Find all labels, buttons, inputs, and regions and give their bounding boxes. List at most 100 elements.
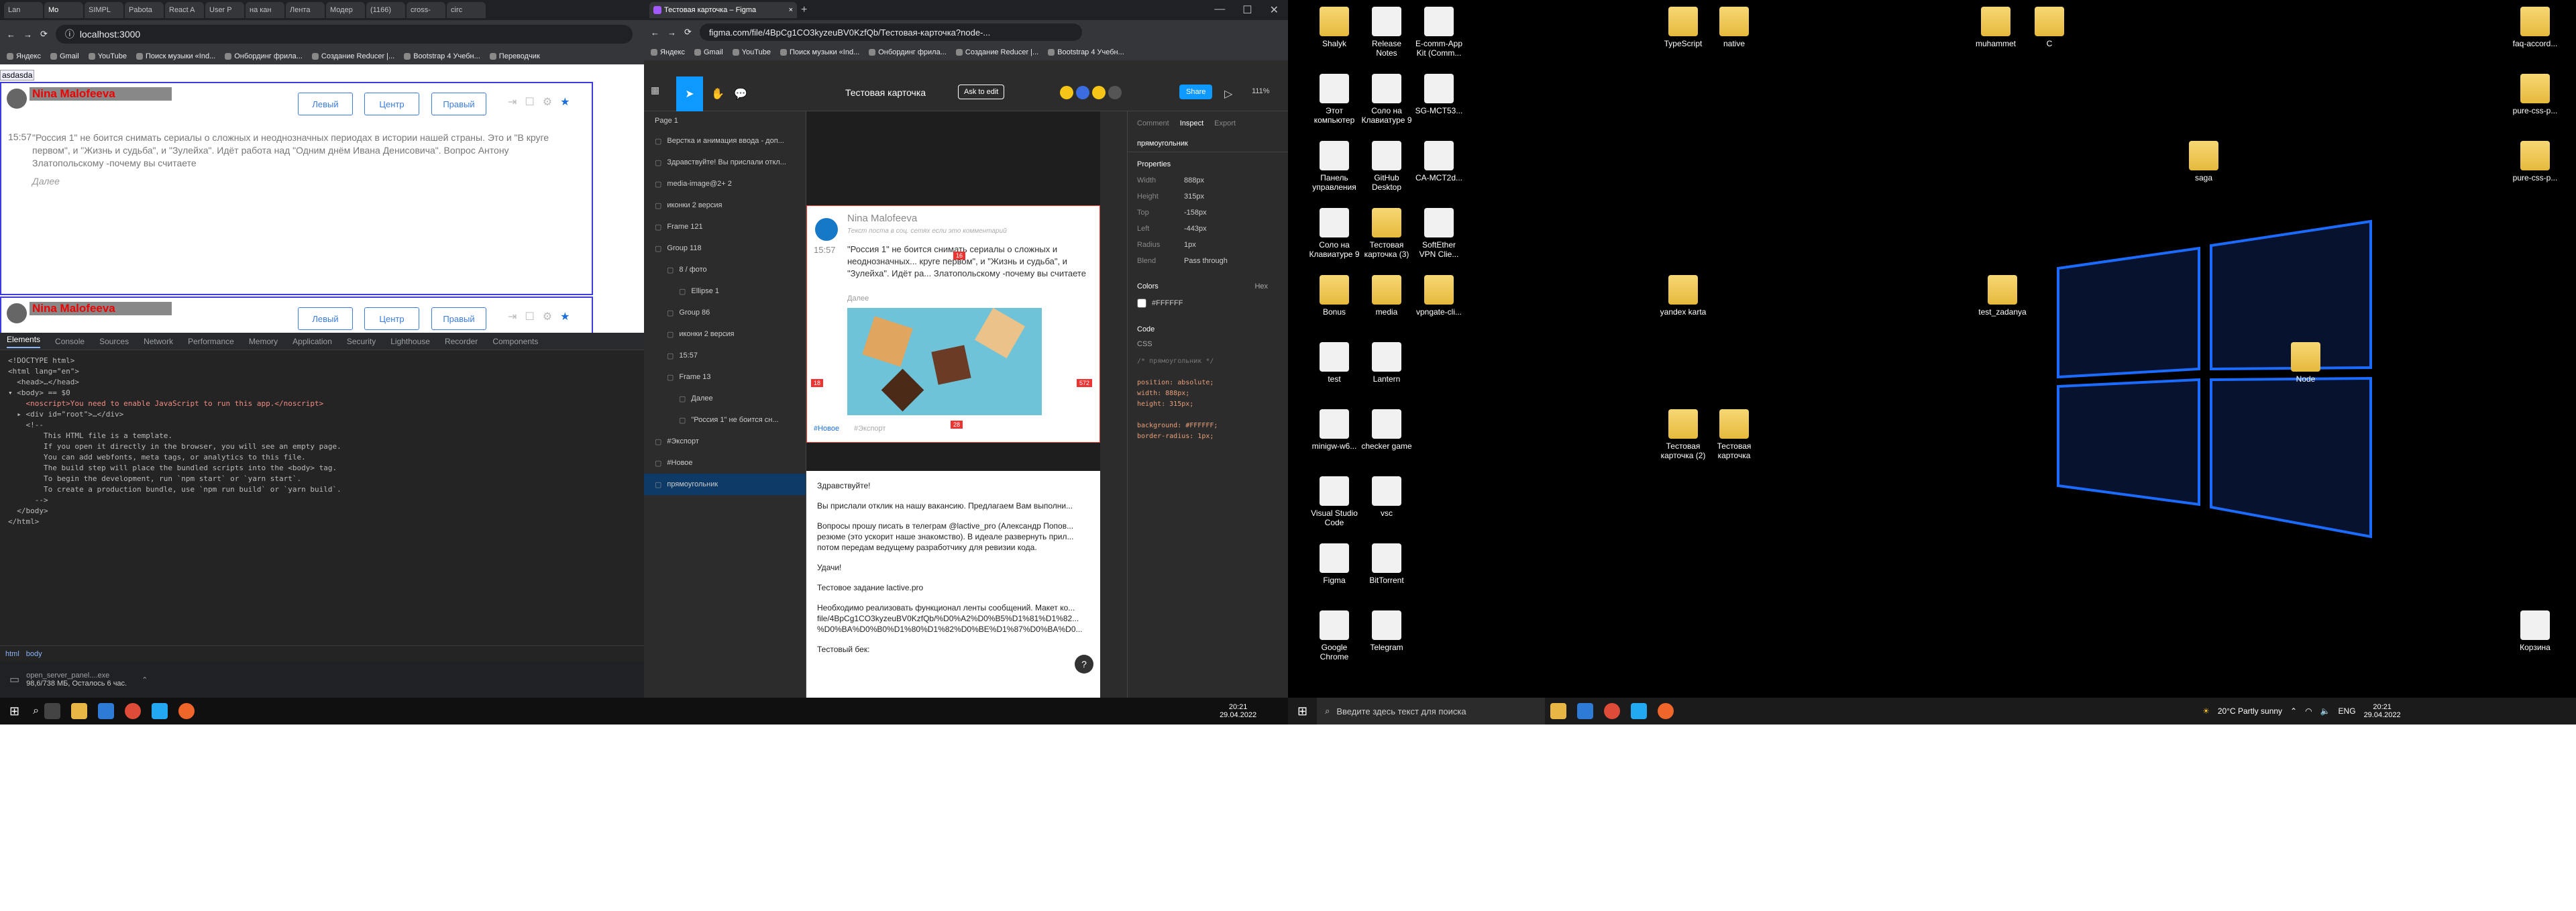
- chevron-up-icon[interactable]: ⌃: [2290, 706, 2297, 716]
- bookmark[interactable]: Онбординг фрила...: [225, 52, 303, 60]
- browser-tab[interactable]: React A: [165, 2, 204, 18]
- desktop-icon[interactable]: E-comm-App Kit (Comm...: [1413, 7, 1465, 58]
- desktop-icon[interactable]: Тестовая карточка (2): [1657, 409, 1709, 460]
- figma-address-bar[interactable]: figma.com/file/4BpCg1CO3kyzeuBV0KzfQb/Те…: [699, 23, 1082, 41]
- square-icon[interactable]: ☐: [525, 310, 534, 323]
- devtools-tab[interactable]: Application: [292, 337, 332, 346]
- devtools-tab[interactable]: Console: [55, 337, 85, 346]
- settings-icon[interactable]: ⚙: [543, 310, 552, 323]
- volume-icon[interactable]: 🔈: [2320, 706, 2330, 716]
- desktop-icon[interactable]: checker game: [1360, 409, 1413, 451]
- layer-item[interactable]: ▢ Group 118: [644, 237, 806, 259]
- desktop-icon[interactable]: Node: [2279, 342, 2332, 384]
- layer-item[interactable]: ▢ Group 86: [644, 302, 806, 323]
- explorer-icon[interactable]: [1550, 703, 1567, 719]
- chrome-icon[interactable]: [125, 703, 142, 719]
- desktop-icon[interactable]: Корзина: [2509, 610, 2561, 652]
- close-window-icon[interactable]: ✕: [1270, 3, 1279, 17]
- desktop-icon[interactable]: vpngate-cli...: [1413, 275, 1465, 317]
- bookmark[interactable]: Переводчик: [489, 52, 540, 60]
- enter-icon[interactable]: ⇥: [508, 95, 517, 109]
- forward-icon[interactable]: →: [667, 28, 676, 38]
- desktop-icon[interactable]: GitHub Desktop: [1360, 141, 1413, 192]
- avatar[interactable]: [1108, 86, 1122, 99]
- layer-item[interactable]: ▢ Ellipse 1: [644, 280, 806, 302]
- devtools-tab[interactable]: Lighthouse: [390, 337, 430, 346]
- layer-item[interactable]: ▢ иконки 2 версия: [644, 195, 806, 216]
- browser-tab[interactable]: Модер: [326, 2, 365, 18]
- tab-comment[interactable]: Comment: [1137, 119, 1169, 127]
- layer-item[interactable]: ▢ иконки 2 версия: [644, 323, 806, 345]
- desktop-icon[interactable]: Панель управления: [1308, 141, 1360, 192]
- comment-tool-icon[interactable]: 💬: [734, 87, 747, 101]
- close-icon[interactable]: ×: [789, 6, 793, 14]
- browser-tab[interactable]: Лента: [286, 2, 325, 18]
- browser-tab[interactable]: Pabota: [125, 2, 164, 18]
- desktop-icon[interactable]: Этот компьютер: [1308, 74, 1360, 125]
- desktop-icon[interactable]: Visual Studio Code: [1308, 476, 1360, 527]
- desktop-icon[interactable]: vsc: [1360, 476, 1413, 518]
- menu-icon[interactable]: ▦: [651, 85, 659, 96]
- desktop-icon[interactable]: Shalyk: [1308, 7, 1360, 48]
- avatar[interactable]: [1092, 86, 1106, 99]
- left-align-button[interactable]: Левый: [298, 307, 353, 330]
- move-tool-icon[interactable]: ➤: [676, 76, 703, 111]
- app-icon[interactable]: [178, 703, 195, 719]
- sun-icon[interactable]: ☀: [2202, 706, 2210, 716]
- file-name[interactable]: Тестовая карточка: [845, 87, 926, 98]
- clock-right[interactable]: 20:21 29.04.2022: [2364, 703, 2401, 719]
- clock-left[interactable]: 20:21 29.04.2022: [1220, 703, 1256, 719]
- star-icon[interactable]: ★: [560, 310, 570, 323]
- desktop-icon[interactable]: test: [1308, 342, 1360, 384]
- browser-tab[interactable]: Lan: [4, 2, 43, 18]
- play-icon[interactable]: ▷: [1224, 87, 1232, 101]
- desktop-icon[interactable]: Lantern: [1360, 342, 1413, 384]
- reload-icon[interactable]: ⟳: [684, 27, 692, 38]
- devtools-tab[interactable]: Elements: [7, 335, 41, 348]
- layer-item[interactable]: ▢ Frame 13: [644, 366, 806, 388]
- bookmark[interactable]: Создание Reducer |...: [955, 48, 1038, 56]
- layer-item[interactable]: ▢ Frame 121: [644, 216, 806, 237]
- bookmark[interactable]: YouTube: [88, 52, 127, 60]
- color-swatch-row[interactable]: #FFFFFF: [1128, 294, 1288, 312]
- bookmark[interactable]: Яндекс: [7, 52, 41, 60]
- desktop-icon[interactable]: C: [2023, 7, 2076, 48]
- windows-start-icon[interactable]: ⊞: [1297, 704, 1307, 718]
- breadcrumb-body[interactable]: body: [26, 650, 42, 658]
- tab-export[interactable]: Export: [1214, 119, 1236, 127]
- browser-tab[interactable]: на кан: [246, 2, 284, 18]
- center-align-button[interactable]: Центр: [364, 93, 419, 115]
- bookmark[interactable]: Gmail: [694, 48, 723, 56]
- share-button[interactable]: Share: [1179, 85, 1213, 99]
- devtools-tab[interactable]: Recorder: [445, 337, 478, 346]
- chevron-up-icon[interactable]: ⌃: [142, 676, 148, 684]
- avatar[interactable]: [1060, 86, 1073, 99]
- left-align-button[interactable]: Левый: [298, 93, 353, 115]
- task-view-icon[interactable]: [44, 703, 61, 719]
- settings-icon[interactable]: ⚙: [543, 95, 552, 109]
- skype-icon[interactable]: [98, 703, 115, 719]
- input-language[interactable]: ENG: [2339, 706, 2356, 716]
- browser-tab[interactable]: circ: [447, 2, 486, 18]
- minimize-icon[interactable]: —: [1214, 3, 1225, 17]
- bookmark[interactable]: Онбординг фрила...: [869, 48, 947, 56]
- layer-item[interactable]: ▢ Здравствуйте! Вы прислали откл...: [644, 152, 806, 173]
- desktop-icon[interactable]: muhammet: [1970, 7, 2022, 48]
- help-icon[interactable]: ?: [1075, 655, 1093, 674]
- bookmark[interactable]: Поиск музыки «Ind...: [780, 48, 859, 56]
- back-icon[interactable]: ←: [651, 28, 659, 38]
- weather[interactable]: 20°C Partly sunny: [2218, 706, 2282, 716]
- desktop-icon[interactable]: test_zadanya: [1976, 275, 2029, 317]
- square-icon[interactable]: ☐: [525, 95, 534, 109]
- vscode-icon[interactable]: [1631, 703, 1648, 719]
- browser-tab[interactable]: SIMPL: [85, 2, 123, 18]
- browser-tab[interactable]: Mo: [44, 2, 83, 18]
- bookmark[interactable]: Поиск музыки «Ind...: [136, 52, 215, 60]
- layer-item[interactable]: ▢ "Россия 1" не боится сн...: [644, 409, 806, 431]
- skype-icon[interactable]: [1577, 703, 1594, 719]
- enter-icon[interactable]: ⇥: [508, 310, 517, 323]
- search-icon[interactable]: ⌕: [33, 705, 39, 717]
- ask-to-edit-button[interactable]: Ask to edit: [958, 85, 1005, 99]
- desktop-icon[interactable]: pure-css-p...: [2509, 141, 2561, 182]
- color-mode[interactable]: Hex: [1254, 282, 1268, 290]
